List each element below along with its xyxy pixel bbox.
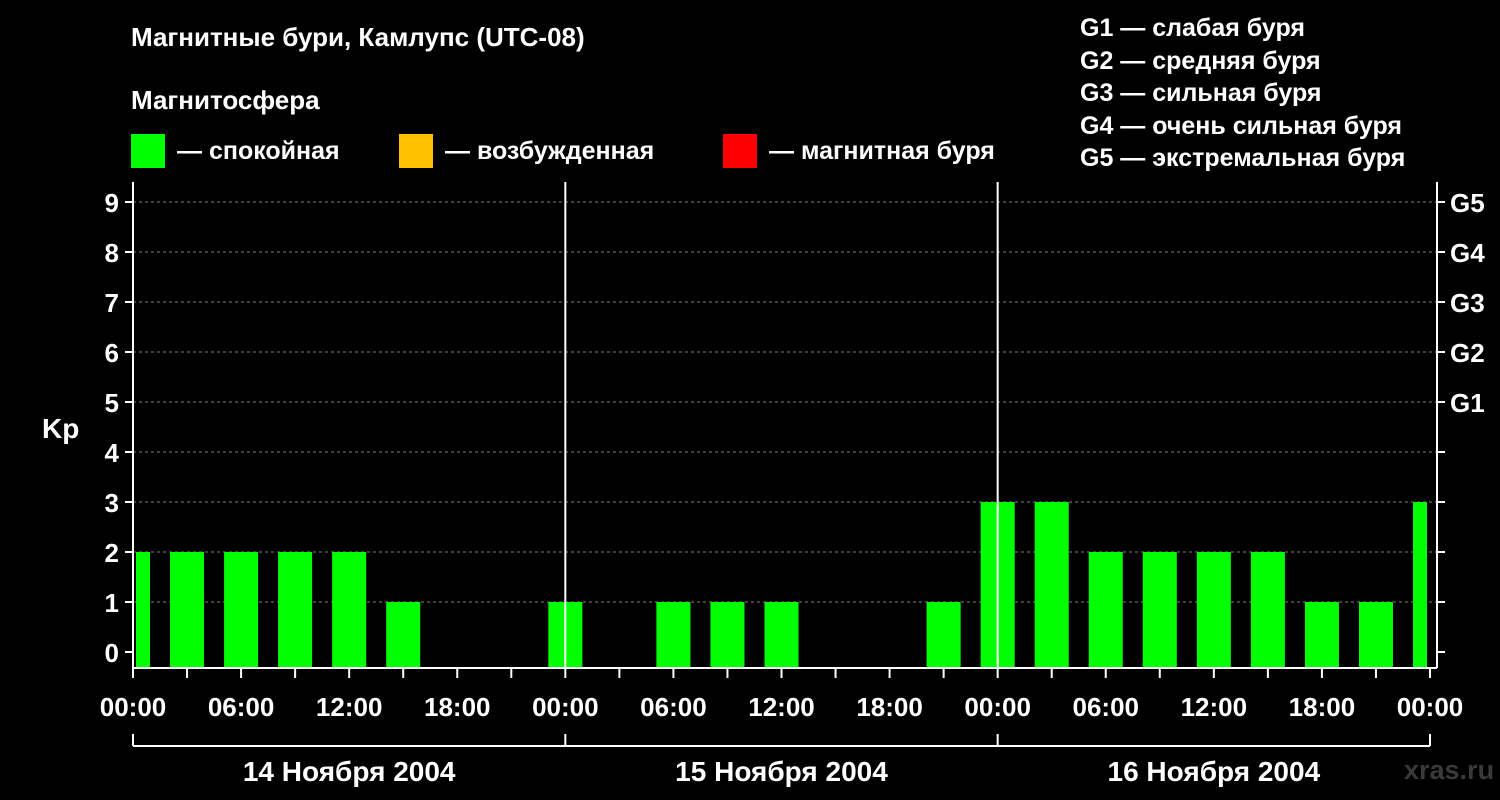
y-axis-label: Kp	[42, 413, 79, 444]
x-tick-label: 00:00	[1397, 692, 1464, 722]
kp-bar	[224, 552, 259, 667]
kp-bar	[1142, 552, 1177, 667]
y-tick-label: 2	[105, 538, 119, 568]
x-tick-label: 06:00	[640, 692, 707, 722]
y-tick-label: 5	[105, 388, 119, 418]
y-tick-label: 6	[105, 338, 119, 368]
kp-bar	[764, 602, 799, 667]
kp-chart: 0 1 2 3 4 5 6 7 8 9 G1 G2 G3 G4 G5 Kp 00:00 06:00 12:00 18:…	[42, 182, 1485, 787]
x-tick-label: 06:00	[208, 692, 275, 722]
x-tick-label: 00:00	[100, 692, 167, 722]
x-tick-label: 18:00	[856, 692, 923, 722]
y-tick-label: 1	[105, 588, 119, 618]
g-scale-label: G3	[1450, 288, 1485, 318]
kp-bar	[136, 552, 151, 667]
watermark: xras.ru	[1404, 755, 1495, 785]
x-tick-label: 12:00	[748, 692, 815, 722]
kp-bar	[710, 602, 745, 667]
day-label: 15 Ноября 2004	[675, 756, 888, 787]
x-tick-label: 00:00	[964, 692, 1031, 722]
day-label: 16 Ноября 2004	[1108, 756, 1321, 787]
kp-bar	[386, 602, 421, 667]
kp-bar	[278, 552, 313, 667]
day-label: 14 Ноября 2004	[243, 756, 456, 787]
y-tick-label: 7	[105, 288, 119, 318]
kp-bar	[1196, 552, 1231, 667]
y-tick-label: 8	[105, 238, 119, 268]
g-scale-label: G4	[1450, 238, 1485, 268]
x-tick-label: 18:00	[1289, 692, 1356, 722]
kp-bar	[1358, 602, 1393, 667]
y-tick-label: 0	[105, 638, 119, 668]
y-tick-label: 3	[105, 488, 119, 518]
x-tick-label: 12:00	[1181, 692, 1248, 722]
kp-bar	[1088, 552, 1123, 667]
x-tick-label: 12:00	[316, 692, 383, 722]
x-tick-label: 18:00	[424, 692, 491, 722]
kp-bar	[1034, 502, 1069, 667]
kp-bar	[170, 552, 205, 667]
kp-bar	[656, 602, 691, 667]
kp-bar	[1304, 602, 1339, 667]
y-tick-label: 4	[105, 438, 120, 468]
kp-bar	[1250, 552, 1285, 667]
kp-bar	[1412, 502, 1427, 667]
g-scale-label: G2	[1450, 338, 1485, 368]
x-tick-label: 00:00	[532, 692, 599, 722]
x-tick-label: 06:00	[1073, 692, 1140, 722]
y-tick-label: 9	[105, 188, 119, 218]
kp-bar	[926, 602, 961, 667]
g-scale-label: G5	[1450, 188, 1485, 218]
g-scale-label: G1	[1450, 388, 1485, 418]
kp-bar	[332, 552, 367, 667]
